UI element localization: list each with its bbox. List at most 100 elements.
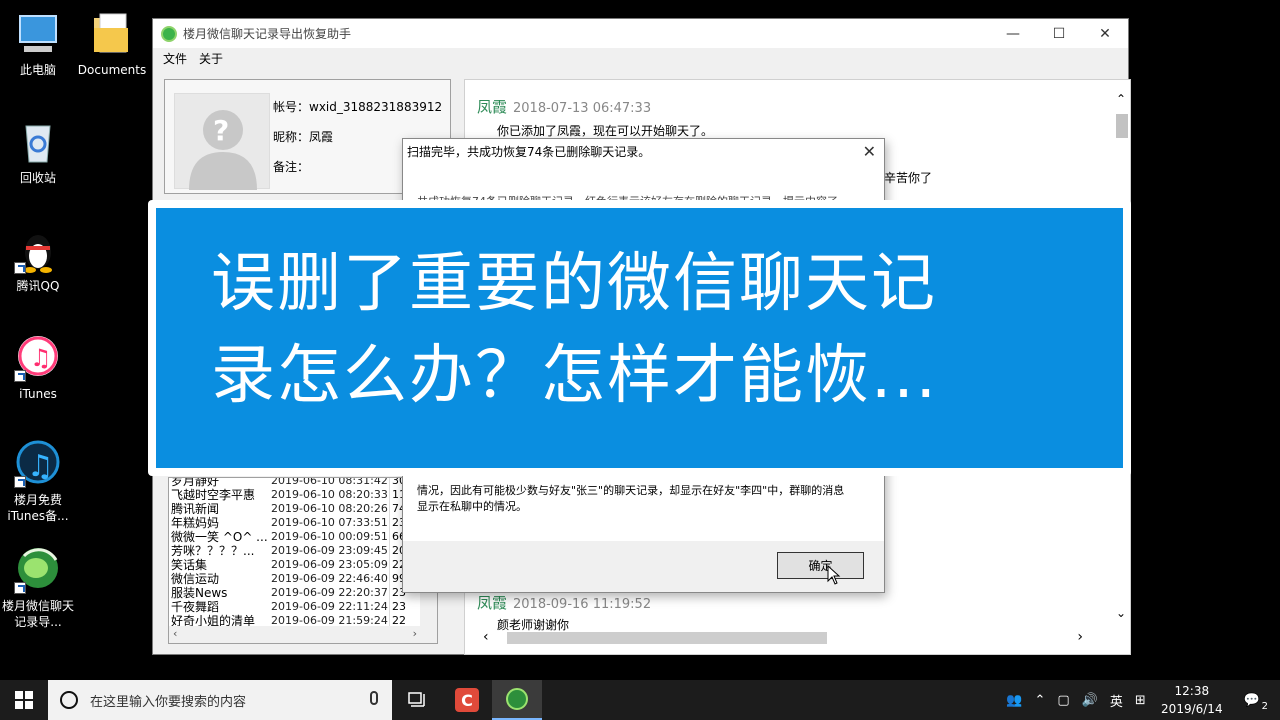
- scroll-up-icon[interactable]: ⌃: [1116, 92, 1126, 106]
- table-row[interactable]: 微信运动 2019-06-09 22:46:40 99: [169, 572, 437, 586]
- shortcut-arrow-icon: [14, 476, 26, 488]
- system-tray: 👥 ⌃ ▢ 🔊 英 ⊞ 12:38 2019/6/14 💬 2: [1000, 680, 1280, 720]
- scroll-right-icon[interactable]: ›: [1077, 629, 1083, 645]
- desktop-icon-louyue-wechat[interactable]: 楼月微信聊天记录导...: [0, 546, 76, 630]
- qq-penguin-icon: [14, 226, 62, 274]
- window-title: 楼月微信聊天记录导出恢复助手: [183, 27, 352, 41]
- message-text: 辛苦你了: [884, 171, 933, 185]
- maximize-button[interactable]: ☐: [1036, 19, 1082, 48]
- folder-icon: [88, 10, 136, 58]
- table-row[interactable]: 岁月静好 2019-06-10 08:31:42 30: [169, 478, 437, 488]
- table-row[interactable]: 年糕妈妈 2019-06-10 07:33:51 23: [169, 516, 437, 530]
- show-hidden-icons-icon[interactable]: ⌃: [1035, 693, 1046, 708]
- message-time: 2018-07-13 06:47:33: [513, 101, 652, 116]
- title-bar[interactable]: 楼月微信聊天记录导出恢复助手 — ☐ ✕: [153, 19, 1128, 48]
- search-placeholder: 在这里输入你要搜索的内容: [90, 694, 247, 710]
- banner-line-1: 误删了重要的微信聊天记: [211, 247, 937, 321]
- cortana-icon: [60, 691, 78, 709]
- dialog-close-icon[interactable]: ✕: [863, 139, 876, 165]
- notification-icon: 💬: [1243, 692, 1260, 708]
- contact-list[interactable]: 岁月静好 2019-06-10 08:31:42 30 飞越时空李平惠 2019-06…: [168, 477, 438, 644]
- svg-text:♫: ♫: [30, 344, 52, 372]
- profile-account: 帐号：wxid_3188231883912: [273, 100, 443, 114]
- close-button[interactable]: ✕: [1082, 19, 1128, 48]
- computer-icon: [14, 10, 62, 58]
- scroll-right-icon[interactable]: ›: [413, 627, 417, 640]
- banner-line-2: 录怎么办？怎样才能恢...: [211, 339, 939, 413]
- table-row[interactable]: 千夜舞蹈 2019-06-09 22:11:24 23: [169, 600, 437, 614]
- table-row[interactable]: 芳咪？？？？... 2019-06-09 23:09:45 20: [169, 544, 437, 558]
- desktop-icon-recycle-bin[interactable]: 回收站: [0, 118, 76, 186]
- profile-nickname: 昵称：凤霞: [273, 130, 334, 144]
- clock-time: 12:38: [1174, 684, 1210, 698]
- title-banner: 误删了重要的微信聊天记 录怎么办？怎样才能恢...: [148, 200, 1131, 476]
- task-view-icon: [408, 692, 425, 707]
- desktop-icon-louyue-itunes-backup[interactable]: ♫ 楼月免费iTunes备...: [0, 440, 76, 524]
- music-note-icon: ♫: [14, 440, 62, 488]
- desktop-icon-qq[interactable]: 腾讯QQ: [0, 226, 76, 294]
- minimize-button[interactable]: —: [990, 19, 1036, 48]
- mouse-cursor-icon: [827, 565, 841, 585]
- wechat-recovery-icon: [14, 546, 62, 594]
- keyboard-icon[interactable]: ⊞: [1135, 693, 1146, 708]
- recycle-bin-icon: [14, 118, 62, 166]
- ime-indicator[interactable]: 英: [1110, 691, 1123, 710]
- default-avatar-icon: ?: [189, 110, 257, 190]
- notification-count: 2: [1261, 700, 1268, 712]
- message-header: 凤霞 2018-09-16 11:19:52: [477, 592, 651, 613]
- taskbar-app-wechat-recovery[interactable]: [492, 680, 542, 720]
- desktop-icon-itunes[interactable]: ♫ iTunes: [0, 334, 76, 402]
- shortcut-arrow-icon: [14, 582, 26, 594]
- taskbar-app-camtasia[interactable]: C: [442, 680, 492, 720]
- table-row[interactable]: 飞越时空李平惠 2019-06-10 08:20:33 11: [169, 488, 437, 502]
- ok-button[interactable]: 确定: [777, 552, 864, 579]
- message-time: 2018-09-16 11:19:52: [513, 597, 652, 612]
- menu-file[interactable]: 文件: [157, 50, 193, 67]
- dialog-title-bar[interactable]: 扫描完毕，共成功恢复74条已删除聊天记录。 ✕: [403, 139, 884, 165]
- app-logo-icon: [161, 25, 177, 42]
- itunes-icon: ♫: [14, 334, 62, 382]
- menu-bar: 文件 关于: [153, 48, 1128, 68]
- banner-panel: 误删了重要的微信聊天记 录怎么办？怎样才能恢...: [156, 208, 1123, 468]
- taskbar: 在这里输入你要搜索的内容 C 👥 ⌃ ▢ 🔊 英 ⊞ 12:38 2019/6/…: [0, 680, 1280, 720]
- table-row[interactable]: 服装News 2019-06-09 22:20:37 23: [169, 586, 437, 600]
- svg-text:?: ?: [213, 114, 229, 147]
- avatar: ?: [174, 93, 270, 190]
- contacts-horizontal-scrollbar[interactable]: ‹ ›: [169, 626, 437, 643]
- scrollbar-thumb[interactable]: [1116, 114, 1128, 138]
- table-row[interactable]: 腾讯新闻 2019-06-10 08:20:26 74: [169, 502, 437, 516]
- menu-about[interactable]: 关于: [193, 50, 229, 67]
- table-row[interactable]: 微微一笑 ^O^ ... 2019-06-10 00:09:51 66: [169, 530, 437, 544]
- shortcut-arrow-icon: [14, 262, 26, 274]
- camtasia-icon: C: [455, 688, 479, 712]
- volume-icon[interactable]: 🔊: [1082, 693, 1098, 708]
- microphone-icon[interactable]: [370, 691, 378, 705]
- scrollbar-thumb[interactable]: [507, 632, 827, 644]
- windows-logo-icon: [15, 691, 33, 709]
- start-button[interactable]: [0, 680, 48, 720]
- svg-text:♫: ♫: [27, 449, 54, 484]
- people-icon[interactable]: 👥: [1006, 693, 1022, 708]
- taskbar-search-box[interactable]: 在这里输入你要搜索的内容: [48, 680, 392, 720]
- dialog-text-line2: 显示在私聊中的情况。: [417, 500, 527, 513]
- action-center-button[interactable]: 💬 2: [1238, 692, 1268, 712]
- message-text: 你已添加了凤霞，现在可以开始聊天了。: [497, 124, 714, 138]
- chat-horizontal-scrollbar[interactable]: ‹ ›: [477, 629, 1087, 646]
- message-sender: 凤霞: [477, 594, 508, 612]
- scroll-down-icon[interactable]: ⌄: [1116, 606, 1126, 620]
- dialog-title: 扫描完毕，共成功恢复74条已删除聊天记录。: [407, 145, 651, 159]
- wechat-recovery-icon: [506, 688, 528, 710]
- profile-remark: 备注：: [273, 160, 310, 174]
- clock[interactable]: 12:38 2019/6/14: [1152, 682, 1232, 718]
- network-icon[interactable]: ▢: [1057, 693, 1069, 708]
- scroll-left-icon[interactable]: ‹: [483, 629, 489, 645]
- scroll-left-icon[interactable]: ‹: [173, 627, 177, 640]
- dialog-text-line1: 情况，因此有可能极少数与好友"张三"的聊天记录，却显示在好友"李四"中，群聊的消…: [417, 484, 845, 497]
- message-sender: 凤霞: [477, 98, 508, 116]
- table-row[interactable]: 笑话集 2019-06-09 23:05:09 22: [169, 558, 437, 572]
- clock-date: 2019/6/14: [1161, 702, 1223, 716]
- task-view-button[interactable]: [392, 680, 442, 720]
- desktop-icon-documents[interactable]: Documents: [74, 10, 150, 78]
- desktop-icon-this-pc[interactable]: 此电脑: [0, 10, 76, 78]
- message-header: 凤霞 2018-07-13 06:47:33: [477, 96, 651, 117]
